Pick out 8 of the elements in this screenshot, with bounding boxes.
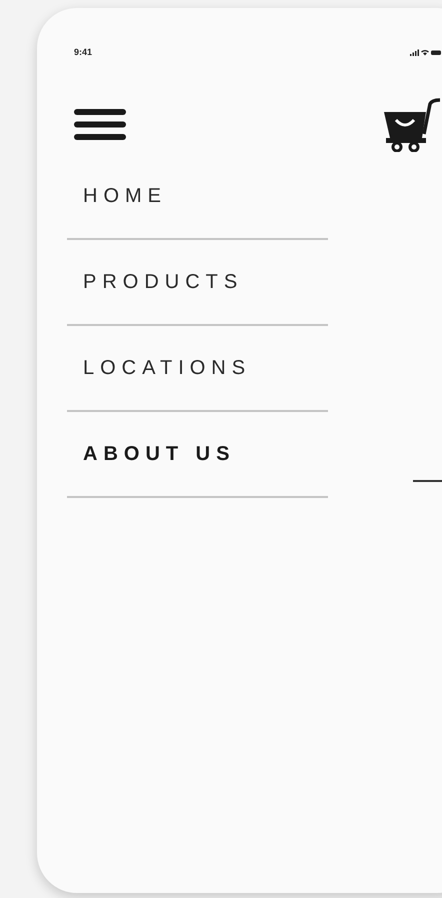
menu-item[interactable]: HOME [83, 180, 167, 210]
status-time: 9:41 [74, 46, 92, 59]
menu-item[interactable]: PRODUCTS [83, 266, 244, 296]
menu-item[interactable]: LOCATIONS [83, 352, 252, 382]
menu-icon[interactable] [74, 108, 126, 140]
cart-icon[interactable] [384, 98, 442, 152]
status-icons [410, 49, 441, 56]
menu-item[interactable]: ABOUT US [83, 438, 236, 468]
